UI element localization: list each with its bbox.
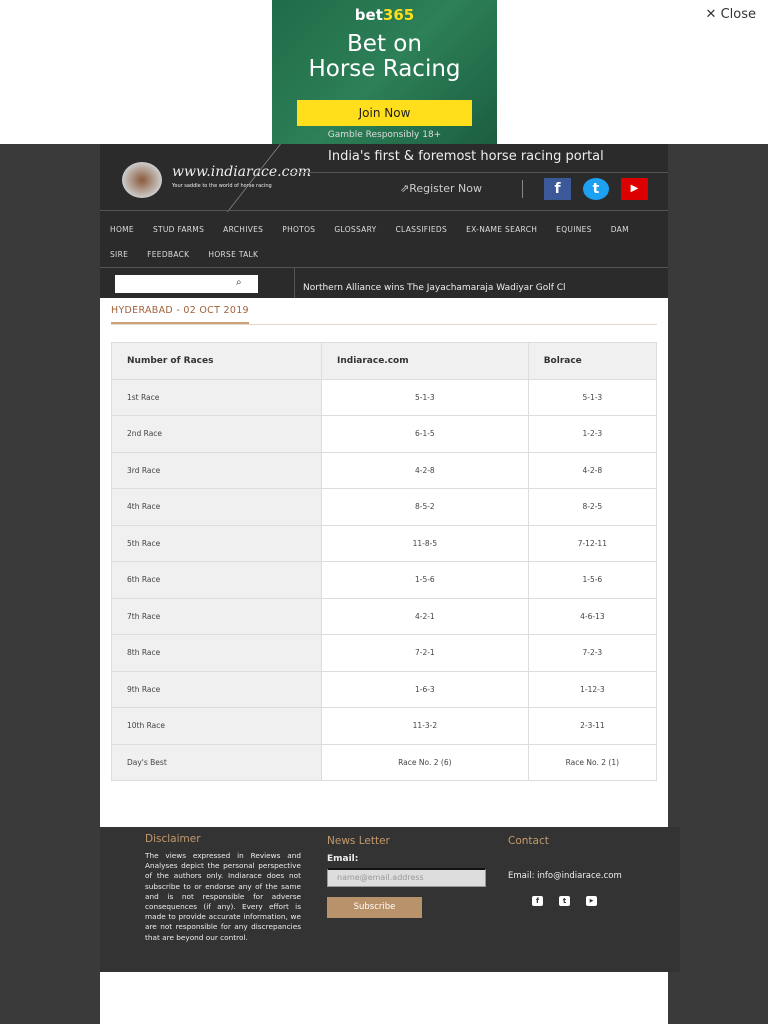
youtube-icon[interactable]: ▶ bbox=[586, 896, 597, 906]
table-row: 7th Race 4-2-1 4-6-13 bbox=[111, 597, 658, 635]
nav-item-horse-talk[interactable]: HORSE TALK bbox=[208, 242, 258, 267]
race-label: 8th Race bbox=[111, 634, 322, 672]
nav-item-ex-name-search[interactable]: EX-NAME SEARCH bbox=[466, 217, 537, 242]
newsletter-email-input[interactable]: name@email.address bbox=[327, 868, 486, 887]
bolrace-pick: 2-3-11 bbox=[527, 707, 658, 745]
race-label: 2nd Race bbox=[111, 415, 322, 453]
race-label: 9th Race bbox=[111, 670, 322, 708]
bolrace-pick: 8-2-5 bbox=[527, 488, 658, 526]
join-now-button[interactable]: Join Now bbox=[297, 100, 472, 126]
subscribe-button[interactable]: Subscribe bbox=[327, 897, 422, 918]
nav-item-archives[interactable]: ARCHIVES bbox=[223, 217, 263, 242]
race-label: 1st Race bbox=[111, 378, 322, 416]
table-row: Day's Best Race No. 2 (6) Race No. 2 (1) bbox=[111, 743, 658, 781]
bolrace-pick: 5-1-3 bbox=[527, 378, 658, 416]
page-bottom bbox=[100, 972, 668, 1024]
table-row: 10th Race 11-3-2 2-3-11 bbox=[111, 707, 658, 745]
divider bbox=[522, 180, 523, 198]
register-now-link[interactable]: ⇗Register Now bbox=[400, 182, 482, 195]
bolrace-pick: 1-5-6 bbox=[527, 561, 658, 599]
table-row: 4th Race 8-5-2 8-2-5 bbox=[111, 488, 658, 526]
external-link-icon: ⇗ bbox=[400, 182, 410, 195]
nav-item-feedback[interactable]: FEEDBACK bbox=[147, 242, 189, 267]
nav-item-photos[interactable]: PHOTOS bbox=[282, 217, 315, 242]
nav-item-equines[interactable]: EQUINES bbox=[556, 217, 592, 242]
race-label: 6th Race bbox=[111, 561, 322, 599]
newsletter-title: News Letter bbox=[327, 835, 390, 847]
disclaimer-title: Disclaimer bbox=[145, 833, 201, 845]
indiarace-pick: 5-1-3 bbox=[321, 378, 529, 416]
nav-item-sire[interactable]: SIRE bbox=[110, 242, 128, 267]
indiarace-pick: Race No. 2 (6) bbox=[321, 743, 529, 781]
page-title: HYDERABAD - 02 OCT 2019 bbox=[111, 305, 249, 324]
indiarace-pick: 11-8-5 bbox=[321, 524, 529, 562]
results-table: Number of Races Indiarace.com Bolrace 1st … bbox=[111, 342, 658, 781]
divider bbox=[111, 324, 657, 325]
divider bbox=[290, 172, 668, 173]
ad-brand: bet365 bbox=[354, 6, 415, 24]
site-tagline: Your saddle to the world of horse racing bbox=[172, 183, 272, 189]
divider bbox=[294, 268, 295, 299]
search-icon[interactable]: ⌕ bbox=[236, 277, 242, 288]
email-label: Email: bbox=[327, 854, 359, 864]
table-row: 5th Race 11-8-5 7-12-11 bbox=[111, 524, 658, 562]
news-ticker[interactable]: Northern Alliance wins The Jayachamaraja… bbox=[303, 283, 566, 293]
site-header: www.indiarace.com Your saddle to the wor… bbox=[100, 144, 668, 299]
indiarace-pick: 8-5-2 bbox=[321, 488, 529, 526]
bet365-ad-banner[interactable]: bet365 Bet on Horse Racing Join Now Gambl… bbox=[272, 0, 497, 144]
table-row: 9th Race 1-6-3 1-12-3 bbox=[111, 670, 658, 708]
bolrace-pick: 4-2-8 bbox=[527, 451, 658, 489]
search-bar: ⌕ Northern Alliance wins The Jayachamara… bbox=[100, 267, 668, 299]
race-label: Day's Best bbox=[111, 743, 322, 781]
table-row: 8th Race 7-2-1 7-2-3 bbox=[111, 634, 658, 672]
ad-headline: Bet on Horse Racing bbox=[308, 31, 461, 82]
indiarace-pick: 11-3-2 bbox=[321, 707, 529, 745]
contact-title: Contact bbox=[508, 835, 549, 847]
column-header: Indiarace.com bbox=[321, 342, 529, 380]
race-label: 10th Race bbox=[111, 707, 322, 745]
indiarace-pick: 1-6-3 bbox=[321, 670, 529, 708]
disclaimer-text: The views expressed in Reviews and Analy… bbox=[145, 851, 301, 942]
twitter-icon[interactable]: t bbox=[559, 896, 570, 906]
bolrace-pick: 1-2-3 bbox=[527, 415, 658, 453]
table-row: 1st Race 5-1-3 5-1-3 bbox=[111, 378, 658, 416]
horse-logo-icon[interactable] bbox=[122, 162, 162, 198]
table-row: 3rd Race 4-2-8 4-2-8 bbox=[111, 451, 658, 489]
facebook-icon[interactable]: f bbox=[544, 178, 571, 200]
ad-area: bet365 Bet on Horse Racing Join Now Gambl… bbox=[0, 0, 768, 144]
indiarace-pick: 1-5-6 bbox=[321, 561, 529, 599]
race-label: 3rd Race bbox=[111, 451, 322, 489]
portal-tagline: India's first & foremost horse racing po… bbox=[328, 149, 604, 164]
column-header: Bolrace bbox=[527, 342, 658, 380]
nav-item-dam[interactable]: DAM bbox=[611, 217, 629, 242]
ad-disclaimer: Gamble Responsibly 18+ bbox=[327, 130, 442, 140]
contact-email[interactable]: Email: info@indiarace.com bbox=[508, 871, 622, 881]
youtube-icon[interactable]: ▶ bbox=[621, 178, 648, 200]
close-ad-button[interactable]: ✕ Close bbox=[706, 7, 756, 22]
nav-item-stud-farms[interactable]: STUD FARMS bbox=[153, 217, 204, 242]
footer: Disclaimer The views expressed in Review… bbox=[100, 827, 680, 972]
column-header: Number of Races bbox=[111, 342, 322, 380]
bolrace-pick: 7-2-3 bbox=[527, 634, 658, 672]
indiarace-pick: 4-2-8 bbox=[321, 451, 529, 489]
bolrace-pick: 1-12-3 bbox=[527, 670, 658, 708]
nav-item-glossary[interactable]: GLOSSARY bbox=[334, 217, 376, 242]
facebook-icon[interactable]: f bbox=[532, 896, 543, 906]
bolrace-pick: 7-12-11 bbox=[527, 524, 658, 562]
table-row: 2nd Race 6-1-5 1-2-3 bbox=[111, 415, 658, 453]
nav-item-home[interactable]: HOME bbox=[110, 217, 134, 242]
bolrace-pick: 4-6-13 bbox=[527, 597, 658, 635]
race-label: 5th Race bbox=[111, 524, 322, 562]
race-label: 4th Race bbox=[111, 488, 322, 526]
table-row: 6th Race 1-5-6 1-5-6 bbox=[111, 561, 658, 599]
race-label: 7th Race bbox=[111, 597, 322, 635]
nav-item-classifieds[interactable]: CLASSIFIEDS bbox=[396, 217, 448, 242]
main-content: HYDERABAD - 02 OCT 2019 Number of Races I… bbox=[100, 298, 668, 827]
bolrace-pick: Race No. 2 (1) bbox=[527, 743, 658, 781]
main-nav: HOME STUD FARMS ARCHIVES PHOTOS GLOSSARY CLAS… bbox=[100, 210, 668, 267]
indiarace-pick: 6-1-5 bbox=[321, 415, 529, 453]
indiarace-pick: 7-2-1 bbox=[321, 634, 529, 672]
twitter-icon[interactable]: t bbox=[583, 178, 609, 200]
indiarace-pick: 4-2-1 bbox=[321, 597, 529, 635]
